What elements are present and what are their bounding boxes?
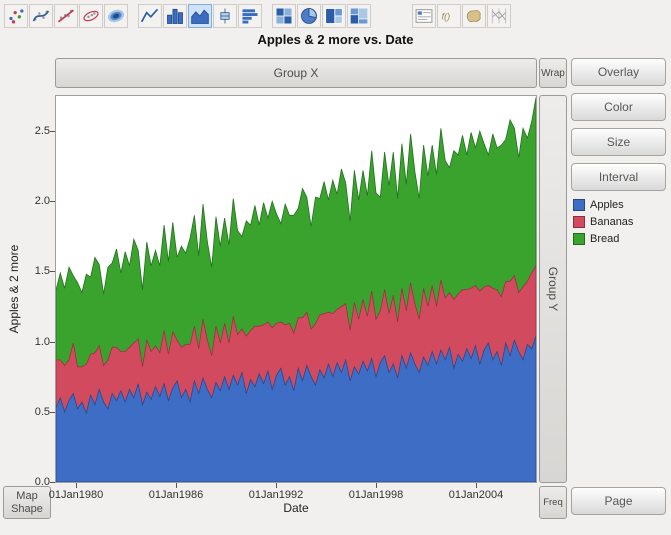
map-shape-label-line1: Map — [16, 490, 37, 503]
histogram-icon[interactable] — [238, 4, 262, 28]
y-tick-mark — [50, 482, 55, 483]
pie-icon[interactable] — [297, 4, 321, 28]
element-palette: f() — [4, 3, 512, 29]
wrap-label: Wrap — [541, 68, 565, 79]
page-button[interactable]: Page — [571, 487, 666, 515]
legend-swatch[interactable] — [573, 233, 585, 245]
legend-label: Apples — [590, 199, 624, 211]
stacked-area-chart — [56, 96, 536, 482]
overlay-button[interactable]: Overlay — [571, 58, 666, 86]
y-tick-mark — [50, 412, 55, 413]
y-tick-label[interactable]: 0.0 — [20, 476, 50, 488]
line-icon[interactable] — [138, 4, 162, 28]
color-button[interactable]: Color — [571, 93, 666, 121]
plot-area[interactable] — [55, 95, 537, 483]
legend-swatch[interactable] — [573, 199, 585, 211]
y-tick-label[interactable]: 2.0 — [20, 195, 50, 207]
box-plot-icon[interactable] — [213, 4, 237, 28]
legend: Apples Bananas Bread — [573, 196, 633, 247]
y-tick-label[interactable]: 1.5 — [20, 265, 50, 277]
y-tick-mark — [50, 271, 55, 272]
x-tick-mark — [476, 483, 477, 488]
contour-icon[interactable] — [104, 4, 128, 28]
legend-swatch[interactable] — [573, 216, 585, 228]
size-button[interactable]: Size — [571, 128, 666, 156]
x-tick-label[interactable]: 01Jan1998 — [340, 489, 412, 501]
x-tick-label[interactable]: 01Jan1986 — [140, 489, 212, 501]
interval-button[interactable]: Interval — [571, 163, 666, 191]
x-tick-mark — [76, 483, 77, 488]
legend-item[interactable]: Apples — [573, 196, 633, 213]
map-shapes-icon[interactable] — [462, 4, 486, 28]
y-tick-mark — [50, 201, 55, 202]
y-tick-label[interactable]: 0.5 — [20, 406, 50, 418]
map-shape-label-line2: Shape — [11, 503, 43, 516]
x-tick-label[interactable]: 01Jan2004 — [440, 489, 512, 501]
parallel-plot-icon[interactable] — [487, 4, 511, 28]
toolbar-separator — [129, 16, 138, 17]
ellipse-icon[interactable] — [79, 4, 103, 28]
drop-zone-wrap[interactable]: Wrap — [539, 58, 567, 88]
drop-zone-freq[interactable]: Freq — [539, 486, 567, 519]
x-axis-title[interactable]: Date — [55, 501, 537, 515]
bar-icon[interactable] — [163, 4, 187, 28]
svg-text:f(): f() — [442, 11, 451, 21]
area-icon[interactable] — [188, 4, 212, 28]
points-icon[interactable] — [4, 4, 28, 28]
y-tick-label[interactable]: 1.0 — [20, 336, 50, 348]
heatmap-icon[interactable] — [272, 4, 296, 28]
freq-label: Freq — [543, 497, 563, 508]
toolbar-separator — [263, 16, 272, 17]
y-tick-mark — [50, 131, 55, 132]
y-axis-title[interactable]: Apples & 2 more — [7, 245, 21, 334]
x-tick-label[interactable]: 01Jan1992 — [240, 489, 312, 501]
legend-label: Bread — [590, 233, 619, 245]
graph-title[interactable]: Apples & 2 more vs. Date — [0, 32, 671, 47]
mosaic-icon[interactable] — [347, 4, 371, 28]
caption-box-icon[interactable] — [412, 4, 436, 28]
formula-icon[interactable]: f() — [437, 4, 461, 28]
toolbar-separator — [372, 16, 412, 17]
x-tick-mark — [176, 483, 177, 488]
group-y-label: Group Y — [546, 267, 560, 311]
x-tick-mark — [376, 483, 377, 488]
x-tick-mark — [276, 483, 277, 488]
legend-item[interactable]: Bread — [573, 230, 633, 247]
drop-zone-group-x[interactable]: Group X — [55, 58, 537, 88]
y-tick-mark — [50, 342, 55, 343]
graph-builder-window: f() Apples & 2 more vs. Date Group X Wra… — [0, 0, 671, 535]
drop-zone-group-y[interactable]: Group Y — [539, 95, 567, 483]
legend-item[interactable]: Bananas — [573, 213, 633, 230]
smoother-icon[interactable] — [29, 4, 53, 28]
x-tick-label[interactable]: 01Jan1980 — [40, 489, 112, 501]
legend-label: Bananas — [590, 216, 633, 228]
treemap-icon[interactable] — [322, 4, 346, 28]
line-of-fit-icon[interactable] — [54, 4, 78, 28]
group-x-label: Group X — [274, 66, 319, 80]
y-tick-label[interactable]: 2.5 — [20, 125, 50, 137]
